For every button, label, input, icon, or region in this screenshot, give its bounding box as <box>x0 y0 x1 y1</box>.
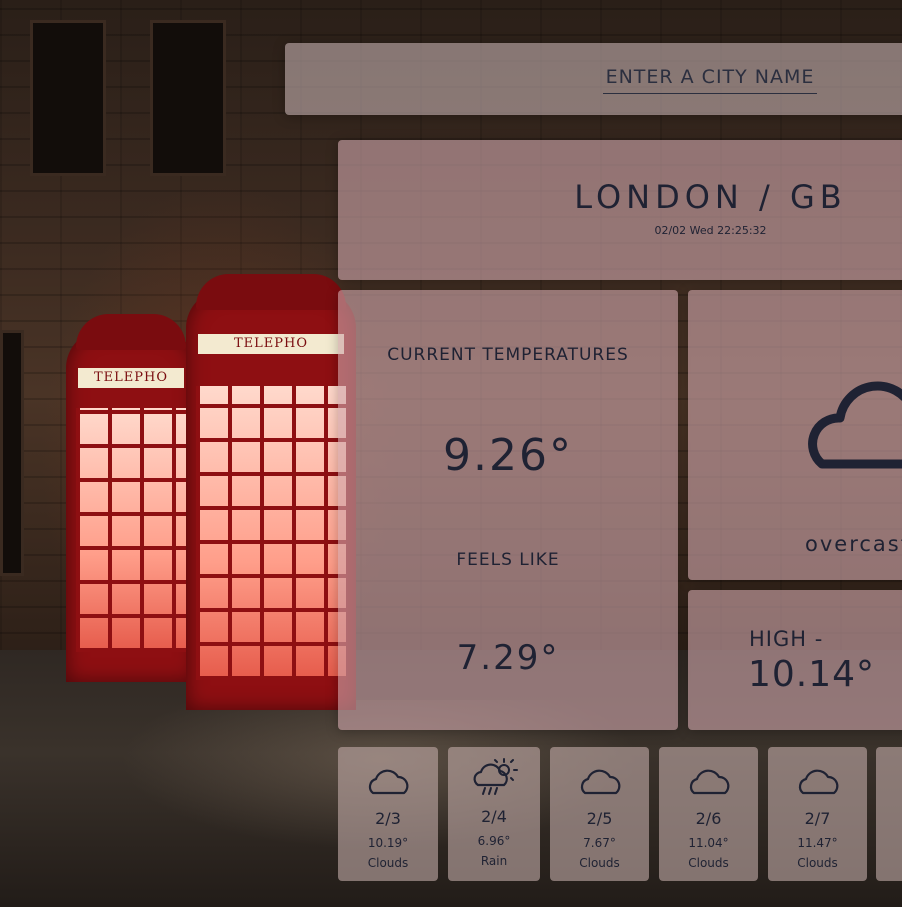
booth-sign: TELEPHO <box>198 334 344 354</box>
forecast-card: 2/4 6.96° Rain <box>448 747 540 881</box>
forecast-date: 2/6 <box>695 809 722 828</box>
phone-booth: TELEPHO <box>186 274 356 710</box>
current-temp-label: CURRENT TEMPERATURES <box>387 345 629 365</box>
weather-description: overcast c <box>805 532 902 556</box>
feels-like-label: FEELS LIKE <box>456 550 560 570</box>
booth-sign: TELEPHO <box>78 368 184 388</box>
forecast-card-partial <box>876 747 902 881</box>
booth-windows <box>76 408 186 652</box>
forecast-condition: Clouds <box>797 856 838 870</box>
forecast-temp: 10.19° <box>367 836 409 850</box>
cloud-icon <box>798 769 839 795</box>
city-title: LONDON / GB <box>574 178 847 216</box>
building-window <box>0 330 24 576</box>
forecast-temp: 11.47° <box>797 836 838 850</box>
current-temp-value: 9.26° <box>443 430 573 481</box>
high-temp-value: 10.14° <box>748 654 876 695</box>
high-temp-label: HIGH - <box>749 627 824 651</box>
forecast-date: 2/5 <box>586 809 613 828</box>
high-temperature-panel: HIGH - 10.14° <box>688 590 902 730</box>
weather-app: TELEPHO TELEPHO LONDON / GB 02/02 Wed 22… <box>0 0 902 907</box>
forecast-date: 2/4 <box>481 807 507 826</box>
forecast-date: 2/7 <box>804 809 831 828</box>
city-search-input[interactable] <box>603 61 817 94</box>
search-bar <box>285 43 902 115</box>
forecast-card: 2/6 11.04° Clouds <box>659 747 758 881</box>
forecast-temp: 7.67° <box>583 836 616 850</box>
cloud-icon <box>808 381 902 469</box>
current-temperature-panel: CURRENT TEMPERATURES 9.26° FEELS LIKE 7.… <box>338 290 678 730</box>
cloud-icon <box>689 769 730 795</box>
forecast-date: 2/3 <box>375 809 401 828</box>
forecast-card: 2/3 10.19° Clouds <box>338 747 438 881</box>
forecast-condition: Clouds <box>579 856 620 870</box>
forecast-condition: Rain <box>480 854 508 868</box>
booth-windows <box>196 386 346 680</box>
feels-like-value: 7.29° <box>456 638 560 678</box>
cloud-icon <box>368 769 409 795</box>
building-window <box>150 20 226 176</box>
phone-booth: TELEPHO <box>66 314 196 682</box>
forecast-card: 2/7 11.47° Clouds <box>768 747 867 881</box>
booth-crown <box>76 314 186 350</box>
forecast-card: 2/5 7.67° Clouds <box>550 747 649 881</box>
rain-sun-icon <box>473 758 518 795</box>
forecast-temp: 11.04° <box>688 836 729 850</box>
forecast-condition: Clouds <box>688 856 729 870</box>
local-datetime: 02/02 Wed 22:25:32 <box>654 224 767 237</box>
forecast-temp: 6.96° <box>477 834 511 848</box>
building-window <box>30 20 106 176</box>
condition-panel: overcast c <box>688 290 902 580</box>
location-header: LONDON / GB 02/02 Wed 22:25:32 <box>338 140 902 280</box>
cloud-icon <box>580 769 621 795</box>
booth-crown <box>196 274 346 310</box>
forecast-condition: Clouds <box>367 856 409 870</box>
